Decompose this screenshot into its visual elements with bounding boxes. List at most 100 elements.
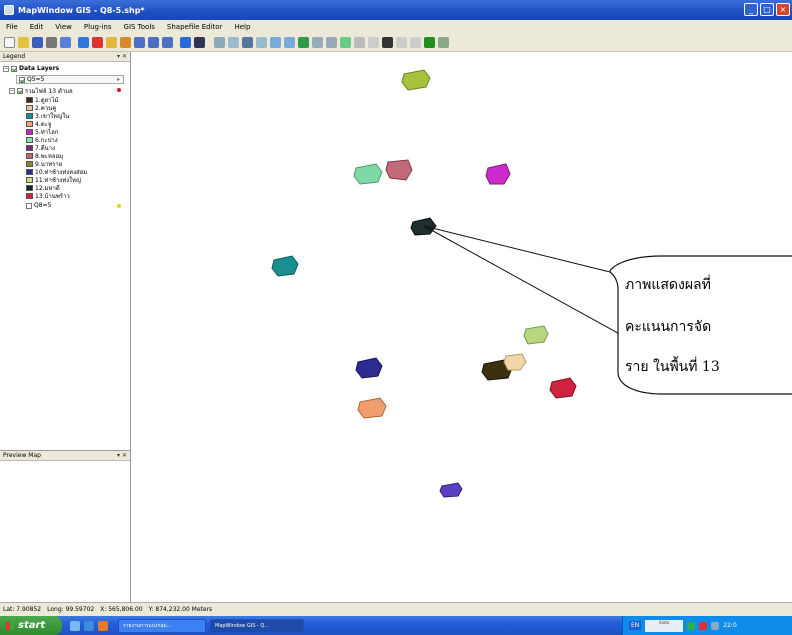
zoom-out-icon[interactable] — [148, 37, 159, 48]
map-shape[interactable] — [410, 217, 437, 236]
layer-checkbox[interactable] — [17, 88, 23, 94]
edit-pen-icon[interactable] — [396, 37, 407, 48]
move-shape-icon[interactable] — [326, 37, 337, 48]
collapse-toggle[interactable]: − — [3, 65, 9, 72]
map-shape[interactable] — [503, 353, 527, 371]
menu-gis-tools[interactable]: GIS Tools — [124, 23, 155, 31]
quicklaunch-firefox-icon[interactable] — [98, 620, 108, 631]
class-label: 13.บ้านพร้าว — [35, 193, 70, 200]
menu-file[interactable]: File — [6, 23, 18, 31]
edit-pen2-icon[interactable] — [410, 37, 421, 48]
layer-q8[interactable]: Q8=5 — [26, 202, 51, 209]
callout-line-1: ภาพแสดงผลที่ — [625, 275, 711, 293]
map-svg[interactable]: ภาพแสดงผลที่ คะแนนการจัด ราย ในพื้นที่ 1… — [132, 52, 792, 602]
preview-header: Preview Map ▾ ✕ — [0, 451, 130, 461]
status-long: Long: 99.59702 — [47, 606, 95, 613]
zoom-extent-icon[interactable] — [162, 37, 173, 48]
system-tray: EN itioto 22:0 — [622, 616, 792, 635]
map-shape[interactable] — [353, 163, 383, 185]
measure-icon[interactable] — [242, 37, 253, 48]
language-indicator[interactable]: EN — [629, 621, 642, 630]
map-shape[interactable] — [355, 357, 383, 379]
settings-icon[interactable] — [60, 37, 71, 48]
toolbar — [0, 34, 792, 52]
menu-shapefile-editor[interactable]: Shapefile Editor — [167, 23, 223, 31]
layer-q5[interactable]: Q5=5 ▸ — [16, 75, 124, 84]
quicklaunch-ie-icon[interactable] — [84, 620, 94, 631]
layer-marker-red — [117, 88, 121, 92]
layer-collapse-toggle[interactable]: − — [9, 88, 15, 94]
export-icon[interactable] — [270, 37, 281, 48]
quicklaunch-desktop-icon[interactable] — [70, 620, 80, 631]
minimize-button[interactable]: _ — [744, 3, 758, 16]
map-shape[interactable] — [439, 482, 463, 498]
help-pointer-icon[interactable] — [106, 37, 117, 48]
close-button[interactable]: × — [776, 3, 790, 16]
remove-layer-icon[interactable] — [92, 37, 103, 48]
task-button-mapwindow[interactable]: MapWindow GIS - Q... — [210, 618, 304, 633]
open-folder-icon[interactable] — [18, 37, 29, 48]
grid-icon[interactable] — [340, 37, 351, 48]
status-y: Y: 874,232.00 Meters — [148, 606, 213, 613]
menu-edit[interactable]: Edit — [30, 23, 44, 31]
vertex-icon[interactable] — [312, 37, 323, 48]
layer-checkbox[interactable] — [26, 202, 32, 209]
tray-security-icon[interactable] — [699, 621, 708, 630]
status-lat: Lat: 7.90852 — [3, 606, 42, 613]
save-icon[interactable] — [32, 37, 43, 48]
menu-view[interactable]: View — [55, 23, 72, 31]
preview-title: Preview Map — [3, 452, 41, 459]
callout-line-2: คะแนนการจัด — [625, 319, 711, 335]
preview-map-panel: Preview Map ▾ ✕ — [0, 450, 131, 602]
task-label: MapWindow GIS - Q... — [215, 622, 270, 629]
print-icon[interactable] — [46, 37, 57, 48]
map-shape[interactable] — [401, 69, 431, 91]
map-shape[interactable] — [271, 255, 299, 277]
task-button-document[interactable]: รายงานการแบ่งกลุ่ม... — [118, 618, 206, 633]
legend-class: 13.บ้านพร้าว — [26, 191, 70, 201]
menu-help[interactable]: Help — [234, 23, 250, 31]
new-project-icon[interactable] — [4, 37, 15, 48]
tray-logo: itioto — [645, 619, 684, 632]
add-layer-icon[interactable] — [78, 37, 89, 48]
map-shape[interactable] — [549, 377, 577, 399]
checkmark-icon[interactable] — [424, 37, 435, 48]
map-canvas[interactable]: ภาพแสดงผลที่ คะแนนการจัด ราย ในพื้นที่ 1… — [132, 52, 792, 602]
line-tool-icon[interactable] — [368, 37, 379, 48]
legend-title: Legend — [3, 53, 26, 60]
callout-line-3: ราย ในพื้นที่ 13 — [625, 356, 720, 375]
layout-icon[interactable] — [214, 37, 225, 48]
label-icon[interactable] — [256, 37, 267, 48]
table-icon[interactable] — [194, 37, 205, 48]
data-layers-group[interactable]: − Data Layers — [3, 65, 59, 72]
start-label: start — [18, 620, 46, 631]
window-title: MapWindow GIS - Q8-5.shp* — [18, 5, 145, 15]
menu-plugins[interactable]: Plug-ins — [84, 23, 112, 31]
maximize-button[interactable]: □ — [760, 3, 774, 16]
map-shape[interactable] — [523, 325, 549, 345]
preview-pin-close[interactable]: ▾ ✕ — [117, 452, 127, 459]
start-button[interactable]: start — [0, 616, 62, 635]
clipboard-icon[interactable] — [284, 37, 295, 48]
select-icon[interactable] — [228, 37, 239, 48]
pan-cross-icon[interactable] — [382, 37, 393, 48]
title-bar: MapWindow GIS - Q8-5.shp* _ □ × — [0, 0, 792, 20]
identify-question-icon[interactable] — [120, 37, 131, 48]
layer-expand-icon[interactable]: ▸ — [117, 76, 120, 83]
dropdown-tool-icon[interactable] — [438, 37, 449, 48]
legend-pin-close[interactable]: ▾ ✕ — [117, 53, 127, 60]
circle-icon[interactable] — [354, 37, 365, 48]
layer-label: Q8=5 — [34, 202, 52, 209]
map-shape[interactable] — [357, 397, 387, 419]
menu-bar: File Edit View Plug-ins GIS Tools Shapef… — [0, 20, 792, 34]
group-checkbox[interactable] — [11, 65, 17, 72]
map-shape[interactable] — [485, 163, 511, 185]
layer-checkbox[interactable] — [19, 76, 25, 83]
shapefile-icon[interactable] — [298, 37, 309, 48]
tray-volume-icon[interactable] — [711, 621, 720, 630]
mapwindow-app-icon — [4, 5, 14, 15]
zoom-in-icon[interactable] — [134, 37, 145, 48]
tray-network-icon[interactable] — [687, 621, 696, 630]
map-shape[interactable] — [385, 159, 413, 181]
info-icon[interactable] — [180, 37, 191, 48]
